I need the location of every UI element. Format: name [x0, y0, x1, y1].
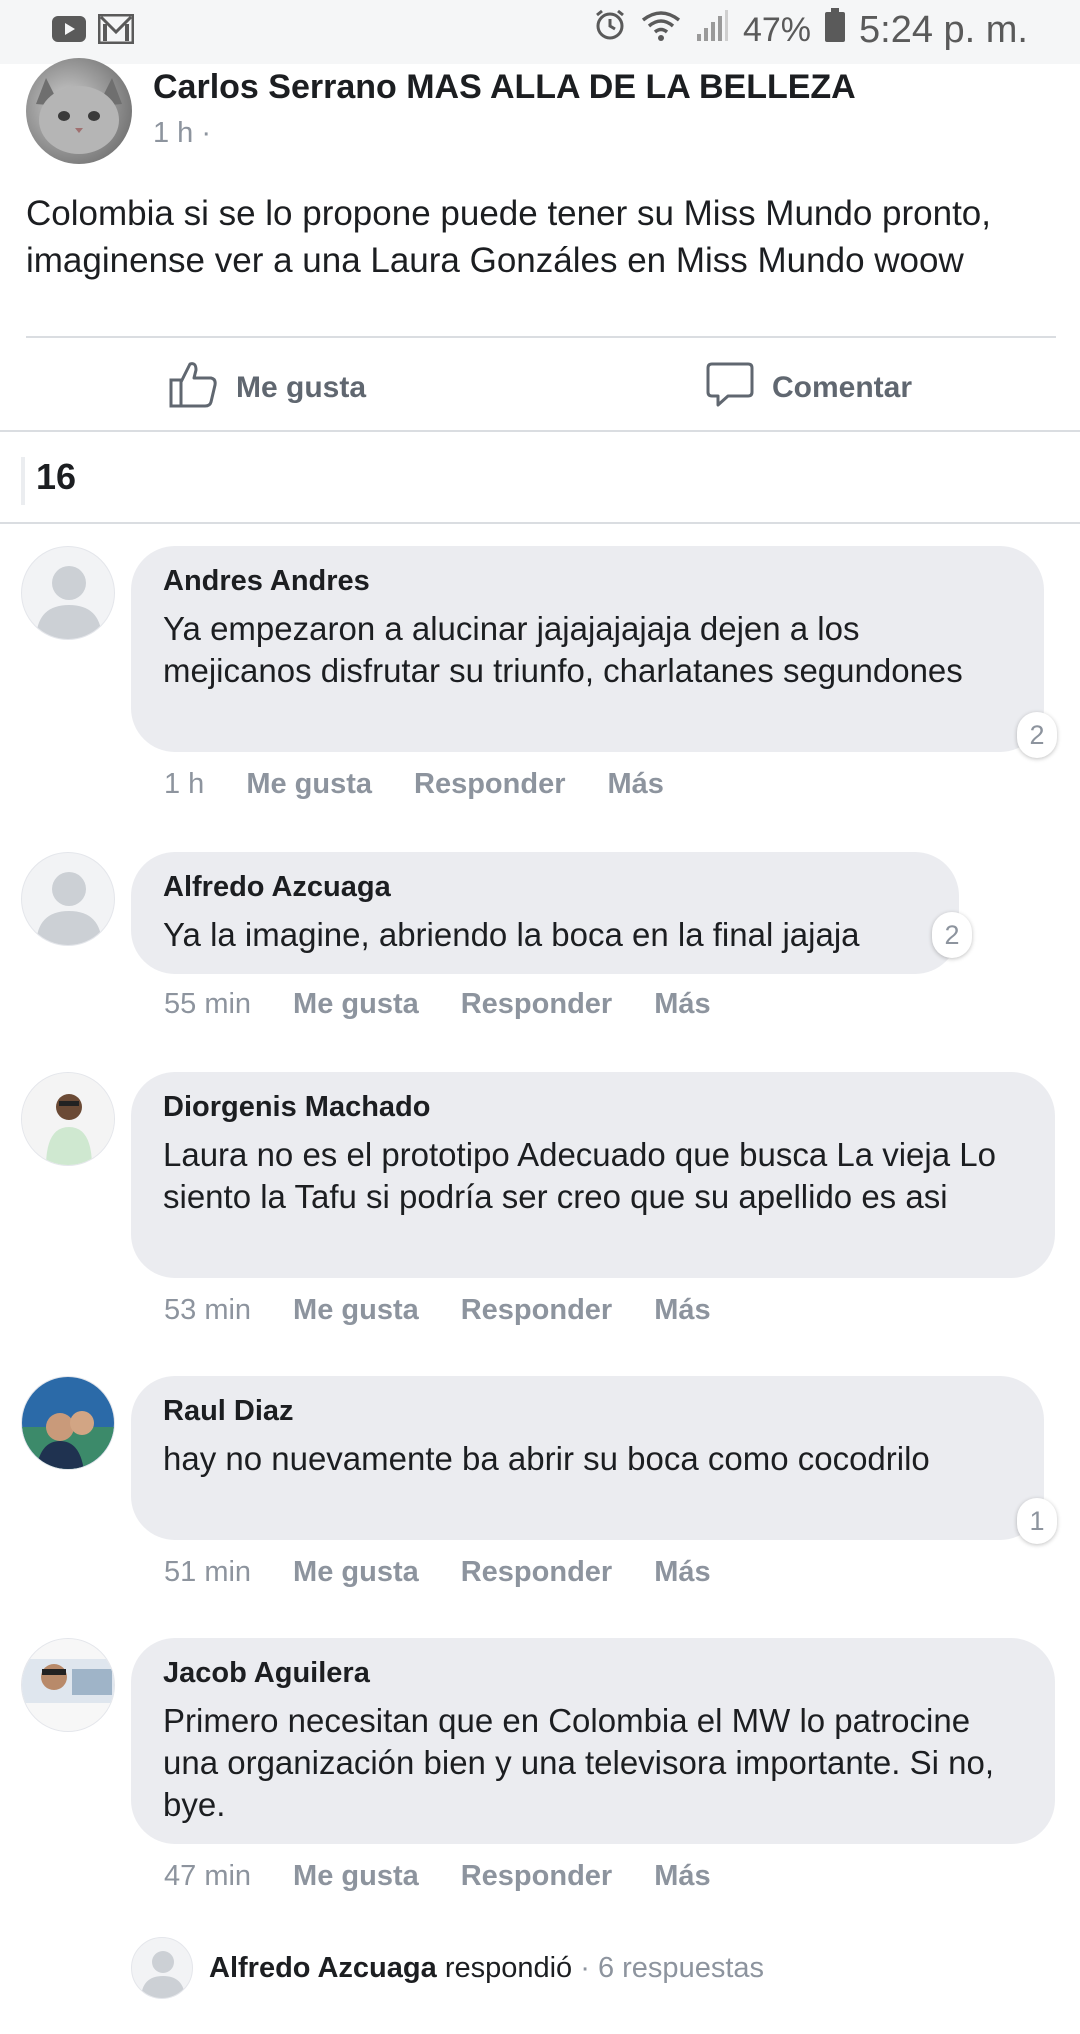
comment-text: hay no nuevamente ba abrir su boca como … — [163, 1440, 930, 1477]
reaction-count-badge[interactable]: 2 — [932, 912, 972, 958]
avatar[interactable] — [21, 1638, 115, 1732]
comment-button[interactable]: Comentar — [706, 360, 912, 416]
comment-more-link[interactable]: Más — [654, 1294, 710, 1327]
comment-bubble[interactable]: Alfredo Azcuaga Ya la imagine, abriendo … — [131, 852, 959, 974]
reply-author-name: Alfredo Azcuaga — [209, 1951, 437, 1984]
avatar[interactable] — [21, 1376, 115, 1470]
divider — [26, 336, 1056, 338]
comment-meta: 47 min Me gusta Responder Más — [164, 1860, 711, 1893]
comment-label: Comentar — [772, 371, 913, 404]
battery-percent: 47% — [742, 10, 812, 49]
comment-reply-link[interactable]: Responder — [461, 1860, 612, 1893]
reply-count: · 6 respuestas — [580, 1951, 765, 1984]
post-author-name[interactable]: Carlos Serrano MAS ALLA DE LA BELLEZA — [153, 68, 856, 107]
comment-bubble[interactable]: Jacob Aguilera Primero necesitan que en … — [131, 1638, 1055, 1844]
signal-icon — [695, 9, 729, 52]
comment-time[interactable]: 51 min — [164, 1556, 251, 1589]
comment-like-link[interactable]: Me gusta — [293, 1556, 419, 1589]
comment-meta: 55 min Me gusta Responder Más — [164, 988, 711, 1021]
comment-time[interactable]: 1 h — [164, 768, 204, 801]
comment-text: Laura no es el prototipo Adecuado que bu… — [163, 1136, 996, 1215]
comment-bubble[interactable]: Andres Andres Ya empezaron a alucinar ja… — [131, 546, 1044, 752]
comment-bubble[interactable]: Raul Diaz hay no nuevamente ba abrir su … — [131, 1376, 1044, 1540]
comment-bubble-icon — [706, 360, 754, 416]
comment-like-link[interactable]: Me gusta — [293, 988, 419, 1021]
like-label: Me gusta — [236, 371, 367, 404]
comment-like-link[interactable]: Me gusta — [293, 1860, 419, 1893]
comment-text: Ya la imagine, abriendo la boca en la fi… — [163, 916, 860, 953]
alarm-icon — [593, 8, 627, 52]
avatar[interactable] — [21, 1072, 115, 1166]
divider — [0, 522, 1080, 524]
comment-more-link[interactable]: Más — [654, 988, 710, 1021]
thumbs-up-icon — [168, 360, 218, 416]
comment-reply-link[interactable]: Responder — [461, 1556, 612, 1589]
wifi-icon — [641, 9, 681, 52]
comment-text: Ya empezaron a alucinar jajajajajaja dej… — [163, 610, 963, 689]
commenter-name[interactable]: Alfredo Azcuaga — [163, 868, 927, 906]
view-replies-link[interactable]: Alfredo Azcuaga respondió · 6 respuestas — [131, 1937, 764, 1999]
commenter-name[interactable]: Diorgenis Machado — [163, 1088, 1023, 1126]
commenter-name[interactable]: Raul Diaz — [163, 1392, 1012, 1430]
reply-summary-text: Alfredo Azcuaga respondió · 6 respuestas — [209, 1952, 764, 1985]
comment-reply-link[interactable]: Responder — [414, 768, 565, 801]
reactions-bar — [21, 457, 25, 505]
comment-meta: 51 min Me gusta Responder Más — [164, 1556, 711, 1589]
comment-reply-link[interactable]: Responder — [461, 988, 612, 1021]
reply-action: respondió — [444, 1951, 573, 1984]
reaction-count-badge[interactable]: 1 — [1017, 1498, 1057, 1544]
post-author-avatar[interactable] — [26, 58, 132, 164]
gmail-icon — [97, 13, 135, 49]
post-text: Colombia si se lo propone puede tener su… — [26, 194, 991, 280]
status-bar: 47% 5:24 p. m. — [0, 0, 1080, 64]
comment-more-link[interactable]: Más — [654, 1556, 710, 1589]
comment-time[interactable]: 53 min — [164, 1294, 251, 1327]
commenter-name[interactable]: Andres Andres — [163, 562, 1012, 600]
comment-text: Primero necesitan que en Colombia el MW … — [163, 1702, 995, 1823]
comment-time[interactable]: 55 min — [164, 988, 251, 1021]
comment-like-link[interactable]: Me gusta — [293, 1294, 419, 1327]
comment-meta: 1 h Me gusta Responder Más — [164, 768, 664, 801]
reaction-count-badge[interactable]: 2 — [1017, 712, 1057, 758]
youtube-icon — [52, 16, 86, 47]
reaction-count: 16 — [36, 456, 77, 497]
battery-icon — [825, 8, 846, 52]
comment-meta: 53 min Me gusta Responder Más — [164, 1294, 711, 1327]
reactions-summary[interactable]: 16 — [0, 432, 1080, 522]
like-button[interactable]: Me gusta — [168, 360, 366, 416]
avatar — [131, 1937, 193, 1999]
comment-bubble[interactable]: Diorgenis Machado Laura no es el prototi… — [131, 1072, 1055, 1278]
clock: 5:24 p. m. — [859, 8, 1028, 51]
comment-like-link[interactable]: Me gusta — [246, 768, 372, 801]
avatar[interactable] — [21, 852, 115, 946]
post-timestamp[interactable]: 1 h · — [153, 117, 211, 150]
comment-more-link[interactable]: Más — [608, 768, 664, 801]
post-action-bar: Me gusta Comentar — [0, 340, 1080, 430]
avatar[interactable] — [21, 546, 115, 640]
comment-time[interactable]: 47 min — [164, 1860, 251, 1893]
commenter-name[interactable]: Jacob Aguilera — [163, 1654, 1023, 1692]
comment-more-link[interactable]: Más — [654, 1860, 710, 1893]
comment-reply-link[interactable]: Responder — [461, 1294, 612, 1327]
